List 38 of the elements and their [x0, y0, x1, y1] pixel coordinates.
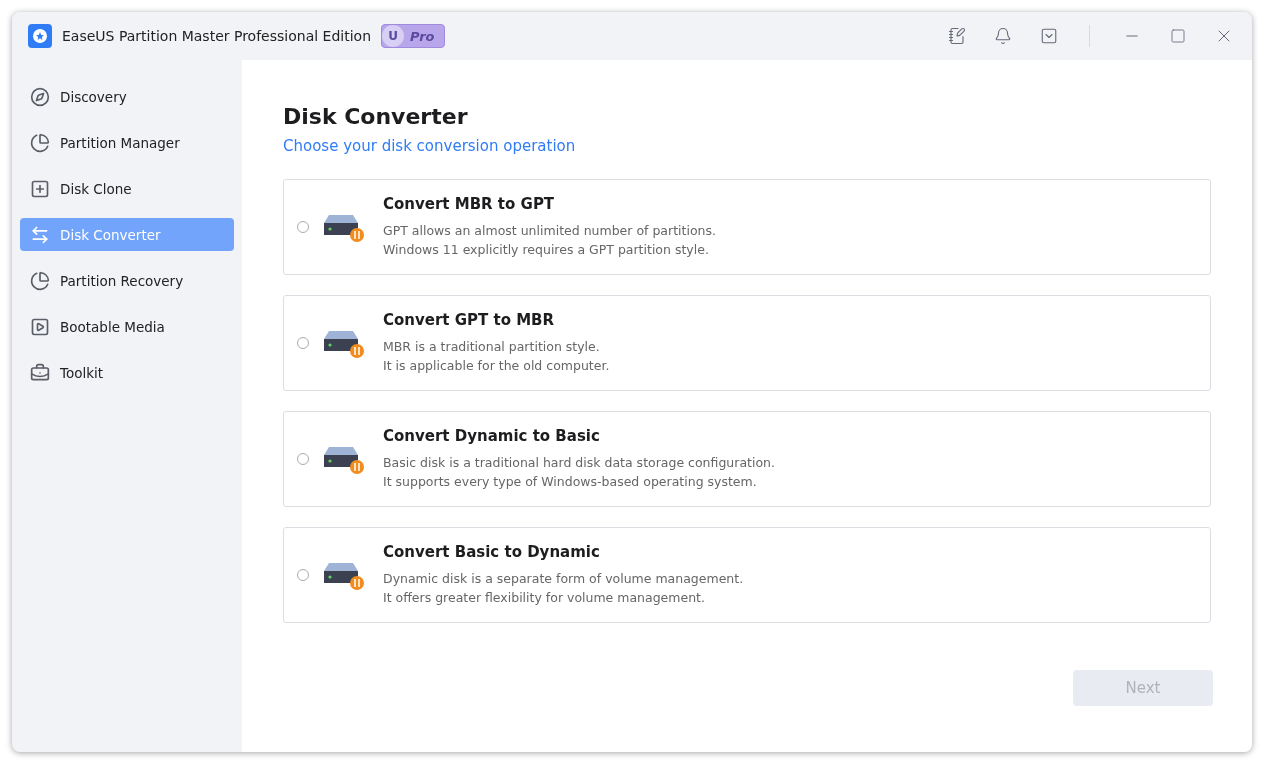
option-description: Dynamic disk is a separate form of volume management.	[383, 570, 744, 588]
compass-icon	[30, 86, 50, 107]
option-description: Windows 11 explicitly requires a GPT partition style.	[383, 241, 710, 259]
option-title: Convert Basic to Dynamic	[383, 543, 601, 561]
play-square-icon	[30, 316, 50, 337]
sidebar-item[interactable]: Partition Recovery	[20, 264, 234, 297]
briefcase-icon	[30, 362, 50, 383]
arrows-icon	[30, 224, 50, 245]
dropdown-icon[interactable]	[1040, 27, 1058, 45]
sidebar-item[interactable]: Discovery	[20, 80, 234, 113]
page-title: Disk Converter	[283, 104, 469, 129]
page-subtitle: Choose your disk conversion operation	[283, 137, 577, 155]
option-title: Convert GPT to MBR	[383, 311, 556, 329]
option-description: GPT allows an almost unlimited number of partitions.	[383, 222, 716, 240]
plus-square-icon	[30, 178, 50, 199]
option-card[interactable]: Convert Basic to Dynamic Dynamic disk is a separate form of volume management. It offers greater flexibility for volume management.	[283, 527, 1211, 623]
option-title: Convert MBR to GPT	[383, 195, 556, 213]
option-description: It supports every type of Windows-based operating system.	[383, 473, 758, 491]
option-card[interactable]: Convert Dynamic to Basic Basic disk is a traditional hard disk data storage configuration. It supports every type of Windows-based operating system.	[283, 411, 1211, 507]
notes-icon[interactable]	[948, 27, 966, 45]
sidebar-item[interactable]: Bootable Media	[20, 310, 234, 343]
app-logo-icon	[28, 24, 52, 48]
option-card[interactable]: Convert MBR to GPT GPT allows an almost unlimited number of partitions. Windows 11 explicitly requires a GPT partition style.	[283, 179, 1211, 275]
window-title: EaseUS Partition Master Professional Edition	[62, 28, 371, 44]
option-description: Basic disk is a traditional hard disk data storage configuration.	[383, 454, 775, 472]
option-description: It is applicable for the old computer.	[383, 357, 610, 375]
option-card[interactable]: Convert GPT to MBR MBR is a traditional partition style. It is applicable for the old computer.	[283, 295, 1211, 391]
sidebar-item[interactable]: Disk Clone	[20, 172, 234, 205]
pro-badge: U Pro	[381, 24, 446, 48]
option-description: MBR is a traditional partition style.	[383, 338, 601, 356]
option-description: It offers greater flexibility for volume management.	[383, 589, 706, 607]
pie-chart-icon	[30, 132, 50, 153]
sidebar-item[interactable]: Partition Manager	[20, 126, 234, 159]
pie-chart-icon	[30, 270, 50, 291]
option-title: Convert Dynamic to Basic	[383, 427, 601, 445]
sidebar-item[interactable]: Toolkit	[20, 356, 234, 389]
maximize-icon[interactable]	[1170, 28, 1186, 44]
bell-icon[interactable]	[994, 27, 1012, 45]
